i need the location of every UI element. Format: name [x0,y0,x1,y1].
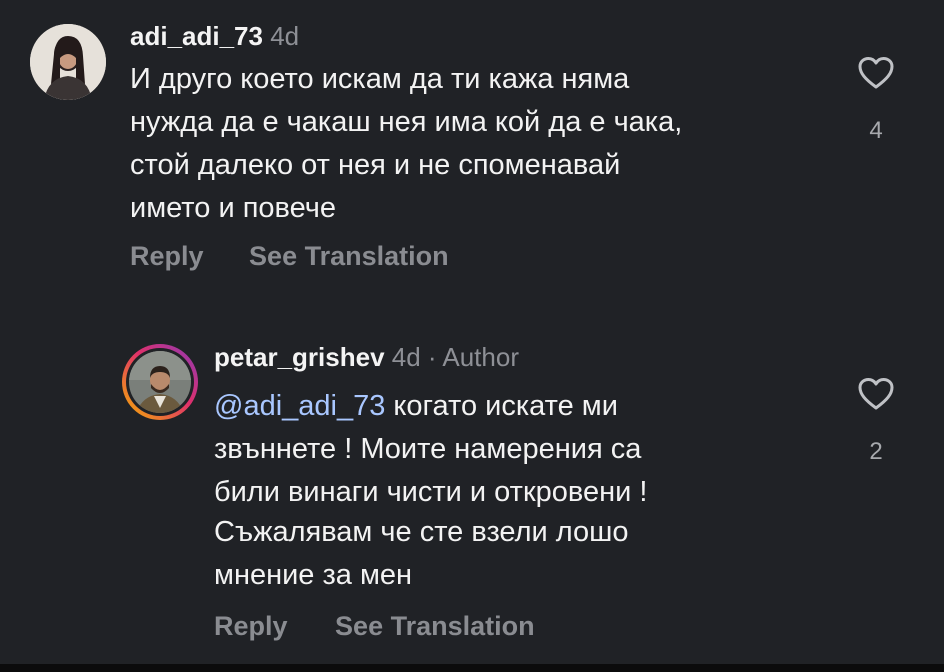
comment-actions: Reply See Translation [130,239,449,273]
comment-text: И друго което искам да ти кажа няма нужд… [130,63,683,224]
like-count: 4 [869,117,883,144]
like-control: 4 [846,56,906,145]
like-count: 2 [869,438,883,465]
reply-button[interactable]: Reply [130,239,204,273]
author-badge: · Author [427,342,519,372]
reply-button[interactable]: Reply [214,609,288,643]
avatar-photo [30,24,106,100]
timestamp: 4d [391,342,421,372]
username[interactable]: petar_grishev [214,342,385,372]
comment-text: @adi_adi_73 когато искате ми звъннете ! … [214,385,834,514]
avatar-story-ring[interactable] [120,342,200,422]
avatar-photo [122,344,198,420]
comment-header: adi_adi_73 4d [130,20,299,52]
see-translation-button[interactable]: See Translation [335,609,535,643]
username[interactable]: adi_adi_73 [130,21,263,51]
bottom-edge [0,664,944,672]
comment-actions: Reply See Translation [214,609,535,643]
like-control: 2 [846,377,906,466]
comment-text-part2: Съжалявам че сте взели лошо мнение за ме… [214,516,629,591]
comments-screen: adi_adi_73 4d И друго което искам да ти … [0,0,944,672]
comment-header: petar_grishev 4d · Author [214,341,519,373]
timestamp: 4d [270,21,300,51]
heart-outline-icon[interactable] [857,378,895,415]
see-translation-button[interactable]: See Translation [249,239,449,273]
avatar[interactable] [30,24,106,100]
heart-outline-icon[interactable] [857,57,895,94]
mention-link[interactable]: @adi_adi_73 [214,390,385,422]
